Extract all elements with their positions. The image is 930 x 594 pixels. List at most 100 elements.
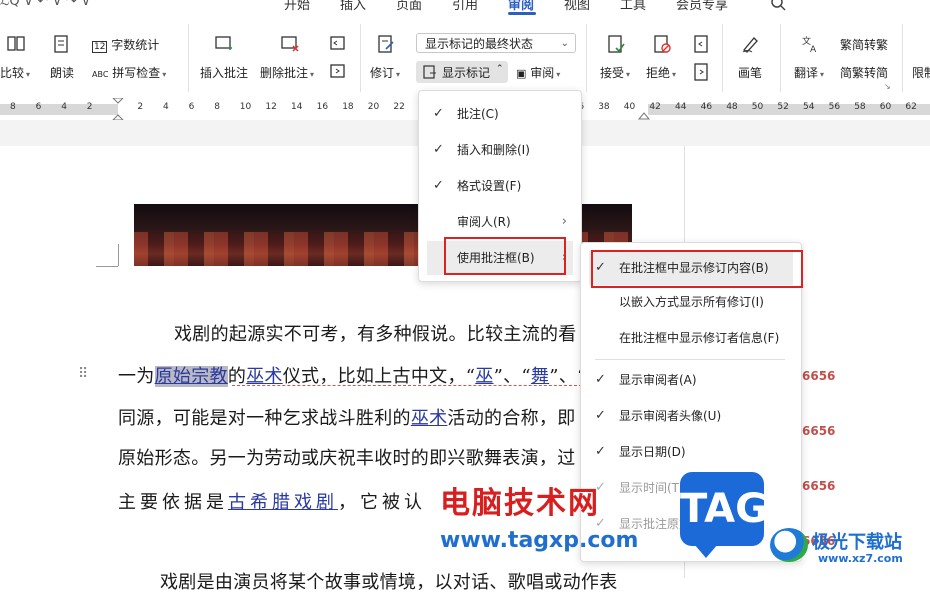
hyperlink[interactable]: 舞 bbox=[531, 366, 549, 387]
menu-item-reviewers[interactable]: 审阅人(R) › bbox=[419, 205, 581, 239]
ruler-tick-label: 44 bbox=[675, 102, 687, 112]
accept-icon[interactable] bbox=[606, 34, 626, 54]
ruler-tick-label: 16 bbox=[316, 102, 329, 112]
hyperlink[interactable]: 古希腊戏剧 bbox=[228, 492, 338, 513]
ribbon-divider bbox=[188, 24, 189, 92]
watermark-xz-name: 极光下载站 bbox=[812, 532, 902, 553]
tab-home[interactable]: 开始 bbox=[284, 0, 310, 13]
menu-item-show-date[interactable]: ✓ 显示日期(D) bbox=[581, 435, 801, 469]
spell-check-icon: ABC bbox=[92, 70, 109, 79]
drag-handle-icon[interactable]: ⠿ bbox=[78, 366, 88, 382]
revision-connector-line bbox=[232, 385, 582, 386]
track-changes-icon[interactable] bbox=[376, 34, 396, 54]
insert-comment-icon[interactable] bbox=[214, 34, 234, 54]
compare-icon[interactable] bbox=[6, 34, 26, 54]
ruler-tick-label: 60 bbox=[879, 102, 892, 112]
to-traditional-button[interactable]: 繁简转繁 bbox=[840, 36, 888, 53]
ruler-tick-label: 20 bbox=[367, 102, 380, 112]
checkmark-icon: ✓ bbox=[595, 444, 606, 459]
reject-icon[interactable] bbox=[652, 34, 672, 54]
paragraph-line: 原始形态。另一为劳动或庆祝丰收时的即兴歌舞表演，过 bbox=[118, 448, 576, 469]
menu-item-formatting[interactable]: ✓ 格式设置(F) bbox=[419, 169, 581, 203]
checkmark-icon: ✓ bbox=[433, 178, 444, 193]
to-simplified-button[interactable]: 简繁转简 bbox=[840, 64, 888, 81]
revision-balloon-label[interactable]: 6656 bbox=[802, 479, 835, 493]
show-markup-icon bbox=[423, 65, 436, 79]
previous-change-icon[interactable] bbox=[692, 34, 712, 54]
restrict-editing-button[interactable]: 限制 bbox=[912, 64, 930, 81]
read-aloud-button[interactable]: 朗读 bbox=[50, 64, 74, 81]
ribbon-divider bbox=[360, 24, 361, 92]
page-corner-mark bbox=[118, 244, 119, 266]
display-for-review-select[interactable]: 显示标记的最终状态 ⌄ bbox=[416, 33, 576, 53]
page-corner-mark bbox=[96, 266, 118, 267]
indent-marker[interactable] bbox=[112, 98, 124, 120]
previous-comment-icon[interactable] bbox=[328, 34, 348, 54]
review-pane-icon: ▣ bbox=[516, 67, 527, 80]
menu-item-insertions-deletions[interactable]: ✓ 插入和删除(I) bbox=[419, 133, 581, 167]
revised-text[interactable]: 原始宗教 bbox=[154, 366, 228, 387]
tab-view[interactable]: 视图 bbox=[564, 0, 590, 13]
menu-item-show-reviewer-avatar[interactable]: ✓ 显示审阅者头像(U) bbox=[581, 399, 801, 433]
ruler-tick-label: 50 bbox=[751, 102, 764, 112]
pen-icon[interactable] bbox=[740, 34, 760, 54]
svg-text:A: A bbox=[810, 45, 817, 54]
group-expand-icon[interactable]: ↘ bbox=[884, 82, 891, 91]
reject-button[interactable]: 拒绝 ▾ bbox=[646, 64, 676, 81]
ruler-tick-label: 54 bbox=[803, 102, 815, 112]
ribbon-divider bbox=[780, 24, 781, 92]
tab-member[interactable]: 会员专享 bbox=[676, 0, 728, 13]
menu-item-reviewer-info-in-balloons[interactable]: 在批注框中显示修订者信息(F) bbox=[581, 321, 801, 355]
hyperlink[interactable]: 巫术 bbox=[411, 408, 448, 429]
ribbon-divider bbox=[722, 24, 723, 92]
chevron-right-icon: › bbox=[561, 214, 567, 229]
right-indent-marker[interactable] bbox=[638, 110, 650, 120]
checkmark-icon: ✓ bbox=[595, 372, 606, 387]
quick-access-icons[interactable]: ℒQ ∨ ↶ ∨ ↷ ∨ bbox=[0, 0, 91, 9]
accept-button[interactable]: 接受 ▾ bbox=[600, 64, 630, 81]
menu-item-comments[interactable]: ✓ 批注(C) bbox=[419, 97, 581, 131]
ruler-tick-label: 58 bbox=[854, 102, 866, 112]
ruler-tick-label: 12 bbox=[265, 102, 277, 112]
ribbon-divider bbox=[586, 24, 587, 92]
read-aloud-icon[interactable] bbox=[52, 34, 72, 54]
paragraph-line: 主要依据是古希腊戏剧，它被认 bbox=[118, 492, 426, 513]
hyperlink[interactable]: 巫 bbox=[475, 366, 493, 387]
spell-check-button[interactable]: ABC 拼写检查 ▾ bbox=[92, 64, 166, 81]
menu-item-show-reviewer[interactable]: ✓ 显示审阅者(A) bbox=[581, 363, 801, 397]
search-icon[interactable] bbox=[770, 0, 786, 12]
pen-button[interactable]: 画笔 bbox=[738, 64, 762, 81]
chevron-up-icon: ⌃ bbox=[496, 64, 504, 74]
translate-button[interactable]: 翻译 ▾ bbox=[794, 64, 824, 81]
next-comment-icon[interactable] bbox=[328, 62, 348, 82]
watermark-xz-url: www.xz7.com bbox=[818, 552, 903, 565]
review-ribbon: 比较 ▾ 朗读 12 字数统计 ABC 拼写检查 ▾ 插入批注 删除批注 ▾ 修订 ▾ … bbox=[0, 18, 930, 99]
watermark-xz-logo-icon bbox=[770, 528, 808, 562]
delete-comment-button[interactable]: 删除批注 ▾ bbox=[260, 64, 314, 81]
hyperlink[interactable]: 巫术 bbox=[246, 366, 283, 387]
tab-tools[interactable]: 工具 bbox=[620, 0, 646, 13]
next-change-icon[interactable] bbox=[692, 62, 712, 82]
ruler-tick-label: 4 bbox=[61, 102, 67, 112]
insert-comment-button[interactable]: 插入批注 bbox=[200, 64, 248, 81]
watermark-tag-logo: TAG bbox=[680, 472, 768, 558]
track-changes-button[interactable]: 修订 ▾ bbox=[370, 64, 400, 81]
menu-item-inline-revisions[interactable]: 以嵌入方式显示所有修订(I) bbox=[581, 285, 801, 319]
ruler-tick-label: 48 bbox=[726, 102, 738, 112]
show-markup-button[interactable]: 显示标记 ⌃ bbox=[416, 61, 508, 83]
tab-page[interactable]: 页面 bbox=[396, 0, 422, 13]
ruler-tick-label: 4 bbox=[163, 102, 169, 112]
ruler-tick-label: 38 bbox=[598, 102, 610, 112]
ruler-tick-label: 46 bbox=[700, 102, 713, 112]
compare-button[interactable]: 比较 ▾ bbox=[0, 64, 30, 81]
tab-insert[interactable]: 插入 bbox=[340, 0, 366, 13]
review-pane-button[interactable]: ▣ 审阅 ▾ bbox=[516, 64, 560, 81]
revision-balloon-label[interactable]: 6656 bbox=[802, 369, 835, 383]
word-count-icon: 12 bbox=[92, 41, 108, 53]
tab-references[interactable]: 引用 bbox=[452, 0, 478, 13]
word-count-button[interactable]: 12 字数统计 bbox=[92, 36, 159, 53]
revision-balloon-label[interactable]: 6656 bbox=[802, 424, 835, 438]
ruler-tick-label: 22 bbox=[393, 102, 405, 112]
delete-comment-icon[interactable] bbox=[280, 34, 300, 54]
translate-icon[interactable]: 文A bbox=[800, 34, 820, 54]
